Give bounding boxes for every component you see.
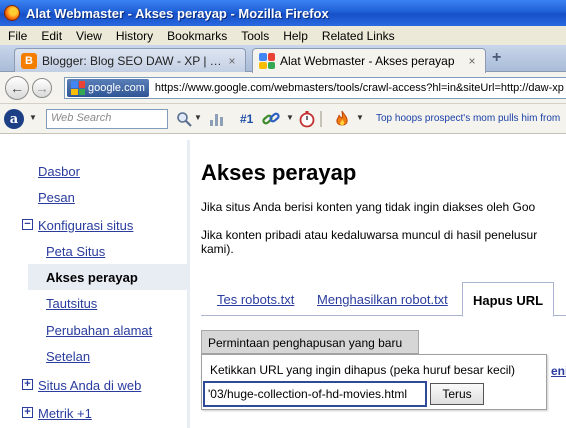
tab-blogger[interactable]: B Blogger: Blog SEO DAW - XP | Tutori...… <box>14 48 246 72</box>
hot-news-fire-icon[interactable] <box>334 109 350 129</box>
dropdown-arrow-icon[interactable]: ▼ <box>286 113 294 122</box>
new-tab-button[interactable]: + <box>492 49 501 67</box>
search-toolbar: a ▼ Web Search ▼ #1 ▼ ▼ Top hoops prospe… <box>0 104 566 134</box>
webmaster-tools-icon <box>259 53 275 69</box>
expand-icon[interactable]: + <box>22 379 33 390</box>
menu-view[interactable]: View <box>70 29 110 43</box>
link-chain-icon[interactable] <box>262 109 280 129</box>
dropdown-arrow-icon[interactable]: ▼ <box>356 113 364 122</box>
menu-bookmarks[interactable]: Bookmarks <box>161 29 235 43</box>
description-text: kami). <box>201 242 234 256</box>
stats-bars-icon[interactable] <box>210 109 226 129</box>
address-bar[interactable]: google.com https://www.google.com/webmas… <box>64 77 566 99</box>
page-title: Akses perayap <box>201 160 357 185</box>
firefox-logo-icon <box>4 5 20 21</box>
continue-button[interactable]: Terus <box>430 383 484 405</box>
removal-request-popup: Ketikkan URL yang ingin dihapus (peka hu… <box>201 354 547 410</box>
main-content: Akses perayap Jika situs Anda berisi kon… <box>193 140 566 428</box>
search-icon[interactable] <box>176 109 192 129</box>
news-ticker-link[interactable]: Top hoops prospect's mom pulls him from <box>376 113 560 124</box>
web-search-input[interactable]: Web Search <box>46 109 168 129</box>
dropdown-arrow-icon[interactable]: ▼ <box>29 113 37 122</box>
new-removal-request-button[interactable]: Permintaan penghapusan yang baru <box>201 330 419 354</box>
url-input-label: Ketikkan URL yang ingin dihapus (peka hu… <box>210 363 516 377</box>
tab-strip: B Blogger: Blog SEO DAW - XP | Tutori...… <box>0 45 566 73</box>
url-text[interactable]: https://www.google.com/webmasters/tools/… <box>155 82 564 94</box>
sidebar-item-settings[interactable]: Setelan <box>46 349 90 364</box>
content-tabs: Tes robots.txt Menghasilkan robot.txt Ha… <box>201 282 566 317</box>
sidebar-item-your-site-on-the-web[interactable]: Situs Anda di web <box>38 378 141 393</box>
menu-history[interactable]: History <box>110 29 161 43</box>
back-button[interactable]: ← <box>5 76 29 100</box>
menu-edit[interactable]: Edit <box>35 29 70 43</box>
close-tab-icon[interactable]: × <box>465 54 479 68</box>
expand-icon[interactable]: + <box>22 407 33 418</box>
forward-button[interactable]: → <box>32 78 52 98</box>
site-identity-button[interactable]: google.com <box>67 79 149 97</box>
menu-file[interactable]: File <box>2 29 35 43</box>
sidebar-item-change-of-address[interactable]: Perubahan alamat <box>46 323 152 338</box>
blogger-icon: B <box>21 52 37 69</box>
forward-arrow-icon: → <box>35 80 49 96</box>
menu-bar: File Edit View History Bookmarks Tools H… <box>0 26 566 45</box>
rank-badge[interactable]: #1 <box>240 109 253 129</box>
tab-generate-robots-txt[interactable]: Menghasilkan robot.txt <box>317 292 448 307</box>
sidebar-item-sitelinks[interactable]: Tautsitus <box>46 296 97 311</box>
tab-webmaster-tools[interactable]: Alat Webmaster - Akses perayap × <box>252 48 486 73</box>
sidebar-item-site-configuration[interactable]: Konfigurasi situs <box>38 218 133 233</box>
menu-related-links[interactable]: Related Links <box>316 29 403 43</box>
google-favicon-icon <box>71 81 85 95</box>
dropdown-arrow-icon[interactable]: ▼ <box>194 113 202 122</box>
url-to-remove-input[interactable]: '03/huge-collection-of-hd-movies.html <box>203 381 427 407</box>
navigation-bar: ← → google.com https://www.google.com/we… <box>0 72 566 104</box>
toolbar-logo-icon[interactable]: a <box>4 109 24 129</box>
toolbar-separator <box>320 111 322 127</box>
site-identity-label: google.com <box>88 82 145 94</box>
description-text: Jika situs Anda berisi konten yang tidak… <box>201 200 536 214</box>
menu-tools[interactable]: Tools <box>235 29 277 43</box>
close-tab-icon[interactable]: × <box>225 54 239 68</box>
collapse-icon[interactable]: − <box>22 219 33 230</box>
window-title: Alat Webmaster - Akses perayap - Mozilla… <box>26 5 329 21</box>
window-title-bar: Alat Webmaster - Akses perayap - Mozilla… <box>0 0 566 26</box>
truncated-link[interactable]: eni <box>551 364 566 378</box>
sidebar-item-dashboard[interactable]: Dasbor <box>38 164 80 179</box>
sidebar-navigation: Dasbor Pesan − Konfigurasi situs Peta Si… <box>0 140 190 428</box>
stopwatch-icon[interactable] <box>298 109 316 129</box>
tab-test-robots-txt[interactable]: Tes robots.txt <box>217 292 294 307</box>
sidebar-item-crawler-access[interactable]: Akses perayap <box>46 270 138 285</box>
tab-label: Alat Webmaster - Akses perayap <box>280 54 455 68</box>
sidebar-item-plus-one-metrics[interactable]: Metrik +1 <box>38 406 92 421</box>
menu-help[interactable]: Help <box>277 29 316 43</box>
sidebar-item-messages[interactable]: Pesan <box>38 190 75 205</box>
sidebar-item-sitemaps[interactable]: Peta Situs <box>46 244 105 259</box>
tab-label: Blogger: Blog SEO DAW - XP | Tutori... <box>42 53 225 68</box>
description-text: Jika konten pribadi atau kedaluwarsa mun… <box>201 228 538 242</box>
back-arrow-icon: ← <box>10 80 24 96</box>
tab-remove-url[interactable]: Hapus URL <box>462 282 555 317</box>
